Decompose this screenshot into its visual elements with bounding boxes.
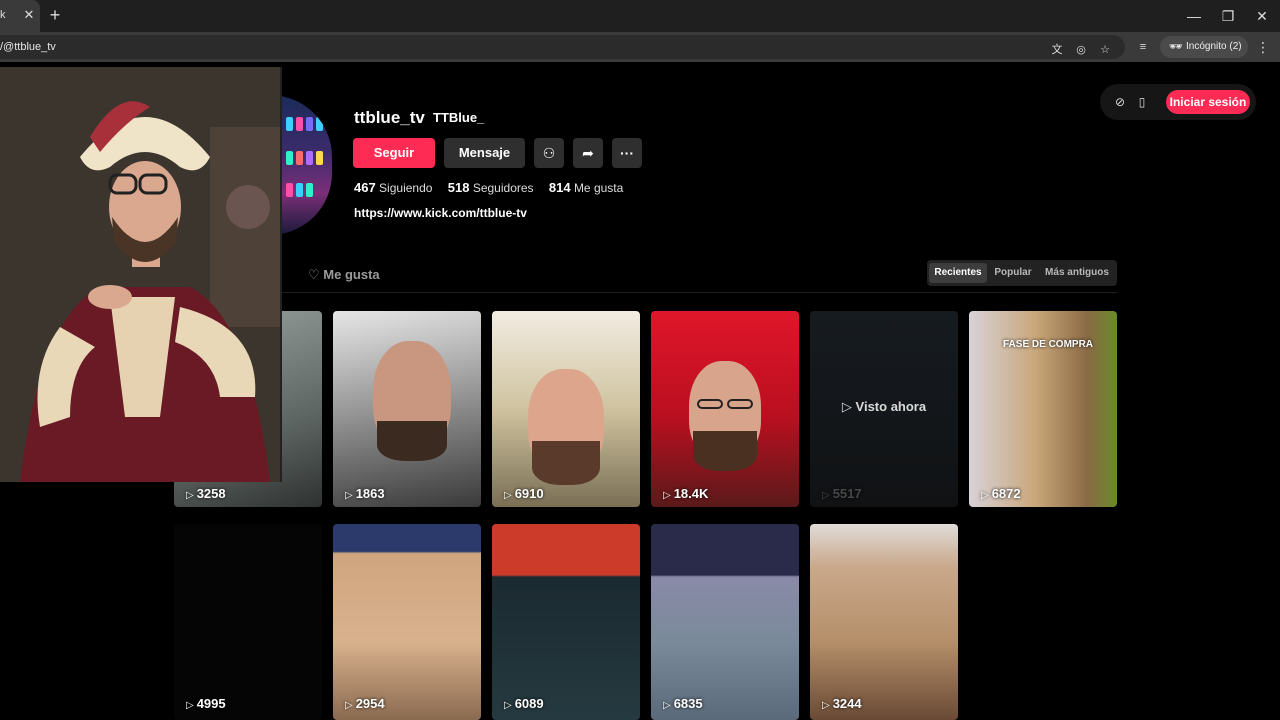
likes-stat: 814 Me gusta	[549, 180, 623, 195]
sort-recent[interactable]: Recientes	[929, 263, 987, 283]
view-count: ▷ 6089	[504, 696, 544, 711]
video-card[interactable]: ▷ 18.4K	[651, 311, 799, 507]
view-count: ▷ 3258	[186, 486, 226, 501]
play-icon: ▷	[345, 490, 353, 501]
play-icon: ▷	[841, 399, 852, 414]
incognito-label: Incógnito (2)	[1186, 41, 1242, 52]
view-count: ▷ 4995	[186, 696, 226, 711]
minimize-icon[interactable]: —	[1184, 6, 1204, 26]
play-icon: ▷	[981, 490, 989, 501]
play-icon: ▷	[345, 700, 353, 711]
profile-stats: 467 Siguiendo 518 Seguidores 814 Me gust…	[354, 180, 635, 195]
view-count: ▷ 6835	[663, 696, 703, 711]
sort-oldest[interactable]: Más antiguos	[1039, 263, 1115, 283]
view-count: ▷ 6910	[504, 486, 544, 501]
url-text: /@ttblue_tv	[0, 41, 56, 53]
sort-popular[interactable]: Popular	[991, 263, 1035, 283]
browser-menu-icon[interactable]: ⋮	[1256, 38, 1270, 56]
play-icon: ▷	[186, 490, 194, 501]
tab-divider	[282, 292, 1117, 293]
video-card[interactable]: ▷ 6089	[492, 524, 640, 720]
browser-tab-bar: k ✕ + — ❐ ✕	[0, 0, 1280, 32]
view-count: ▷ 2954	[345, 696, 385, 711]
more-icon[interactable]: ···	[612, 138, 642, 168]
sort-toggle: Recientes Popular Más antiguos	[927, 260, 1117, 286]
likes-count: 814	[548, 180, 571, 195]
play-icon: ▷	[504, 490, 512, 501]
video-card[interactable]: ▷ 6910	[492, 311, 640, 507]
browser-tab[interactable]: k ✕	[0, 0, 40, 32]
browser-tab-label: k	[0, 9, 6, 21]
phone-icon[interactable]: ▯	[1134, 94, 1150, 110]
portrait-illustration	[0, 67, 280, 482]
followers-stat[interactable]: 518 Seguidores	[448, 180, 534, 195]
compass-icon[interactable]: ⊘	[1112, 94, 1128, 110]
video-card[interactable]: ▷ 1863	[333, 311, 481, 507]
following-count: 467	[354, 180, 376, 195]
reading-list-icon[interactable]: ≡	[1136, 40, 1150, 54]
add-friend-icon[interactable]: ⚇	[534, 138, 564, 168]
video-card[interactable]: ▷ 4995	[174, 524, 322, 720]
video-card[interactable]: ▷ 6835	[651, 524, 799, 720]
view-count: ▷ 1863	[345, 486, 385, 501]
play-icon: ▷	[822, 490, 830, 501]
likes-label: Me gusta	[573, 181, 624, 195]
view-count: ▷ 18.4K	[663, 486, 709, 501]
url-field[interactable]: /@ttblue_tv 文 ◎ ☆	[0, 35, 1125, 59]
message-button[interactable]: Mensaje	[444, 138, 525, 168]
star-icon[interactable]: ☆	[1098, 43, 1112, 57]
follow-button[interactable]: Seguir	[353, 138, 435, 168]
profile-username: ttblue_tv	[354, 108, 425, 127]
view-count: ▷ 3244	[822, 696, 862, 711]
video-card[interactable]: ▷ Visto ahora ▷ 5517	[810, 311, 958, 507]
view-count: ▷ 5517	[822, 486, 862, 501]
watched-now-overlay: ▷ Visto ahora	[841, 399, 927, 414]
bio-link[interactable]: https://www.kick.com/ttblue-tv	[354, 206, 527, 220]
eye-off-icon[interactable]: ◎	[1074, 43, 1088, 57]
following-stat[interactable]: 467 Siguiendo	[354, 180, 432, 195]
followers-count: 518	[447, 180, 470, 195]
address-bar: /@ttblue_tv 文 ◎ ☆ ≡	[0, 32, 1280, 62]
play-icon: ▷	[663, 700, 671, 711]
video-caption: FASE DE COMPRA	[1003, 339, 1094, 350]
followers-label: Seguidores	[472, 181, 534, 195]
translate-icon[interactable]: 文	[1050, 43, 1064, 57]
new-tab-icon[interactable]: +	[46, 6, 64, 24]
login-button[interactable]: Iniciar sesión	[1166, 90, 1250, 114]
video-card[interactable]: ▷ 2954	[333, 524, 481, 720]
profile-nickname: TTBlue_	[433, 110, 485, 125]
view-count: ▷ 6872	[981, 486, 1021, 501]
play-icon: ▷	[186, 700, 194, 711]
incognito-badge[interactable]: 🕶 Incógnito (2)	[1160, 36, 1248, 58]
picture-in-picture-image[interactable]	[0, 67, 282, 482]
video-card[interactable]: FASE DE COMPRA ▷ 6872	[969, 311, 1117, 507]
close-icon[interactable]: ✕	[20, 6, 38, 24]
video-card[interactable]: ▷ 3244	[810, 524, 958, 720]
incognito-icon: 🕶	[1169, 41, 1183, 53]
play-icon: ▷	[504, 700, 512, 711]
share-icon[interactable]: ➦	[573, 138, 603, 168]
play-icon: ▷	[822, 700, 830, 711]
tab-liked[interactable]: ♡ Me gusta	[308, 267, 380, 283]
restore-icon[interactable]: ❐	[1218, 6, 1238, 26]
play-icon: ▷	[663, 490, 671, 501]
window-close-icon[interactable]: ✕	[1252, 6, 1272, 26]
tab-liked-label: Me gusta	[323, 267, 380, 282]
heart-off-icon: ♡	[308, 267, 320, 282]
following-label: Siguiendo	[379, 181, 433, 195]
